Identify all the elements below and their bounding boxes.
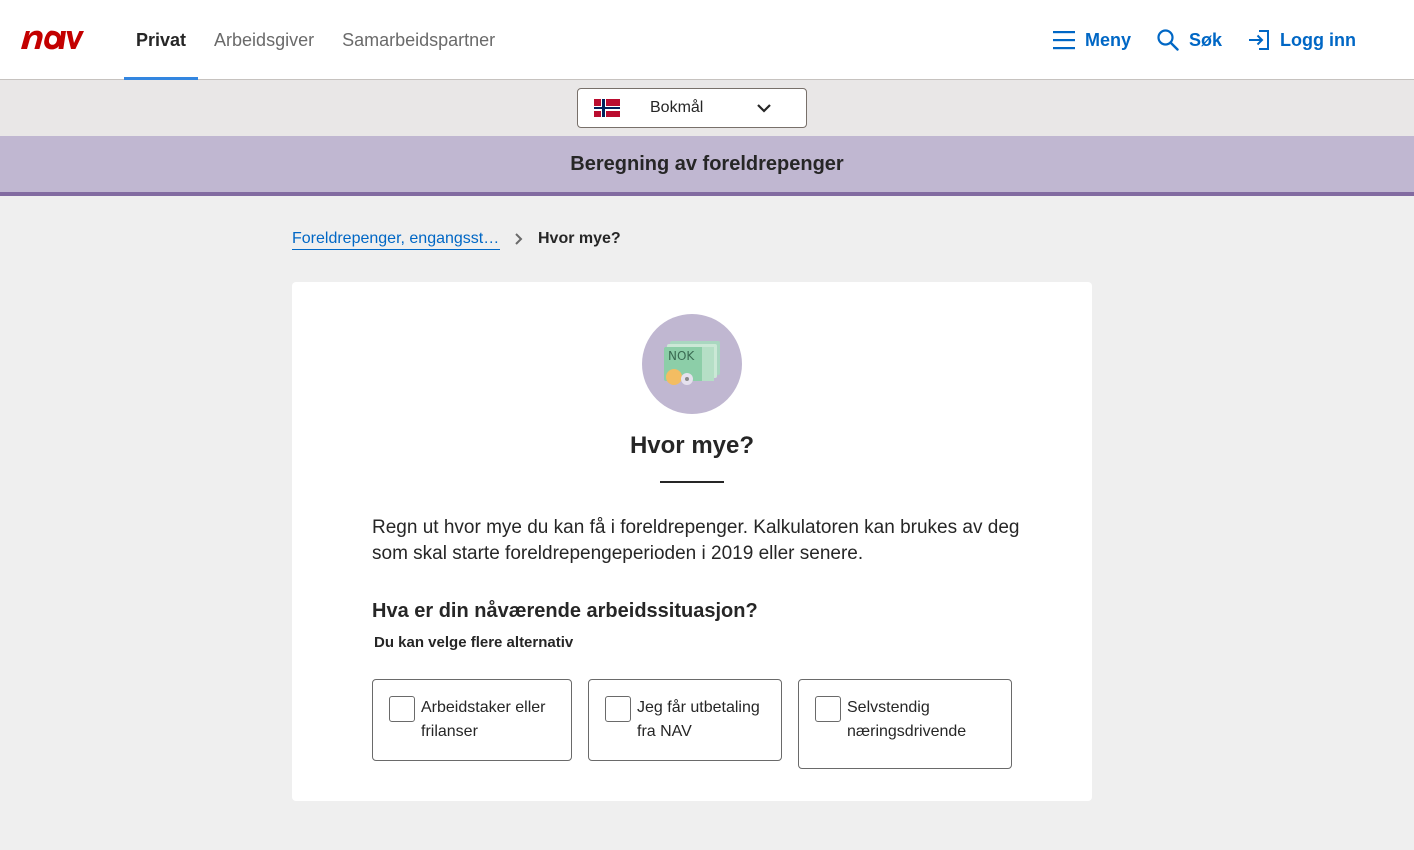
tab-arbeidsgiver[interactable]: Arbeidsgiver bbox=[202, 0, 326, 80]
language-selected-label: Bokmål bbox=[650, 99, 704, 116]
norway-flag-icon bbox=[594, 99, 620, 117]
menu-label: Meny bbox=[1084, 29, 1131, 50]
menu-button[interactable]: Meny bbox=[1052, 29, 1131, 51]
checkbox-selvstendig[interactable] bbox=[815, 696, 841, 722]
question-hint: Du kan velge flere alternativ bbox=[374, 634, 574, 651]
calculator-card: NOK Hvor mye? Regn ut hvor mye du kan få… bbox=[292, 282, 1092, 801]
chevron-right-icon bbox=[514, 232, 524, 246]
tab-privat[interactable]: Privat bbox=[124, 0, 199, 81]
nav-logo-icon bbox=[21, 30, 84, 50]
option-label-selvstendig: Selvstendig næringsdrivende bbox=[847, 699, 967, 740]
question-heading: Hva er din nåværende arbeidssituasjon? bbox=[372, 600, 758, 622]
search-icon bbox=[1157, 29, 1179, 51]
language-select[interactable]: Bokmål bbox=[577, 88, 807, 128]
header-actions: Meny Søk Logg inn bbox=[1027, 0, 1356, 80]
login-icon bbox=[1249, 30, 1270, 50]
option-utbetaling-nav[interactable]: Jeg får utbetaling fra NAV bbox=[588, 679, 782, 761]
search-button[interactable]: Søk bbox=[1157, 29, 1222, 51]
option-arbeidstaker[interactable]: Arbeidstaker eller frilanser bbox=[372, 679, 572, 761]
title-divider bbox=[660, 481, 724, 483]
top-navigation: Privat Arbeidsgiver Samarbeidspartner Me… bbox=[0, 0, 1414, 81]
search-label: Søk bbox=[1189, 29, 1223, 50]
checkbox-utbetaling-nav[interactable] bbox=[605, 696, 631, 722]
login-button[interactable]: Logg inn bbox=[1248, 29, 1356, 51]
login-label: Logg inn bbox=[1280, 29, 1356, 50]
breadcrumb: Foreldrepenger, engangsstønad og svanger… bbox=[292, 228, 621, 250]
nav-logo[interactable] bbox=[20, 28, 84, 50]
card-title: Hvor mye? bbox=[629, 432, 755, 459]
money-nok-icon: NOK bbox=[642, 314, 742, 414]
option-label-arbeidstaker: Arbeidstaker eller frilanser bbox=[421, 699, 546, 740]
site-tabs: Privat Arbeidsgiver Samarbeidspartner bbox=[124, 0, 511, 81]
tab-samarbeidspartner[interactable]: Samarbeidspartner bbox=[330, 0, 507, 80]
nok-label: NOK bbox=[668, 349, 695, 363]
language-bar: Bokmål bbox=[0, 80, 1414, 136]
intro-text: Regn ut hvor mye du kan få i foreldrepen… bbox=[372, 517, 1020, 564]
banner-title: Beregning av foreldrepenger bbox=[570, 152, 844, 175]
checkbox-arbeidstaker[interactable] bbox=[389, 696, 415, 722]
breadcrumb-current: Hvor mye? bbox=[538, 230, 621, 247]
option-selvstendig[interactable]: Selvstendig næringsdrivende bbox=[798, 679, 1012, 769]
option-label-utbetaling-nav: Jeg får utbetaling fra NAV bbox=[637, 699, 760, 740]
hamburger-icon bbox=[1052, 31, 1075, 50]
chevron-down-icon bbox=[757, 104, 771, 113]
breadcrumb-link-foreldrepenger[interactable]: Foreldrepenger, engangsstønad og svanger… bbox=[292, 229, 500, 250]
page-banner: Beregning av foreldrepenger bbox=[0, 136, 1414, 196]
